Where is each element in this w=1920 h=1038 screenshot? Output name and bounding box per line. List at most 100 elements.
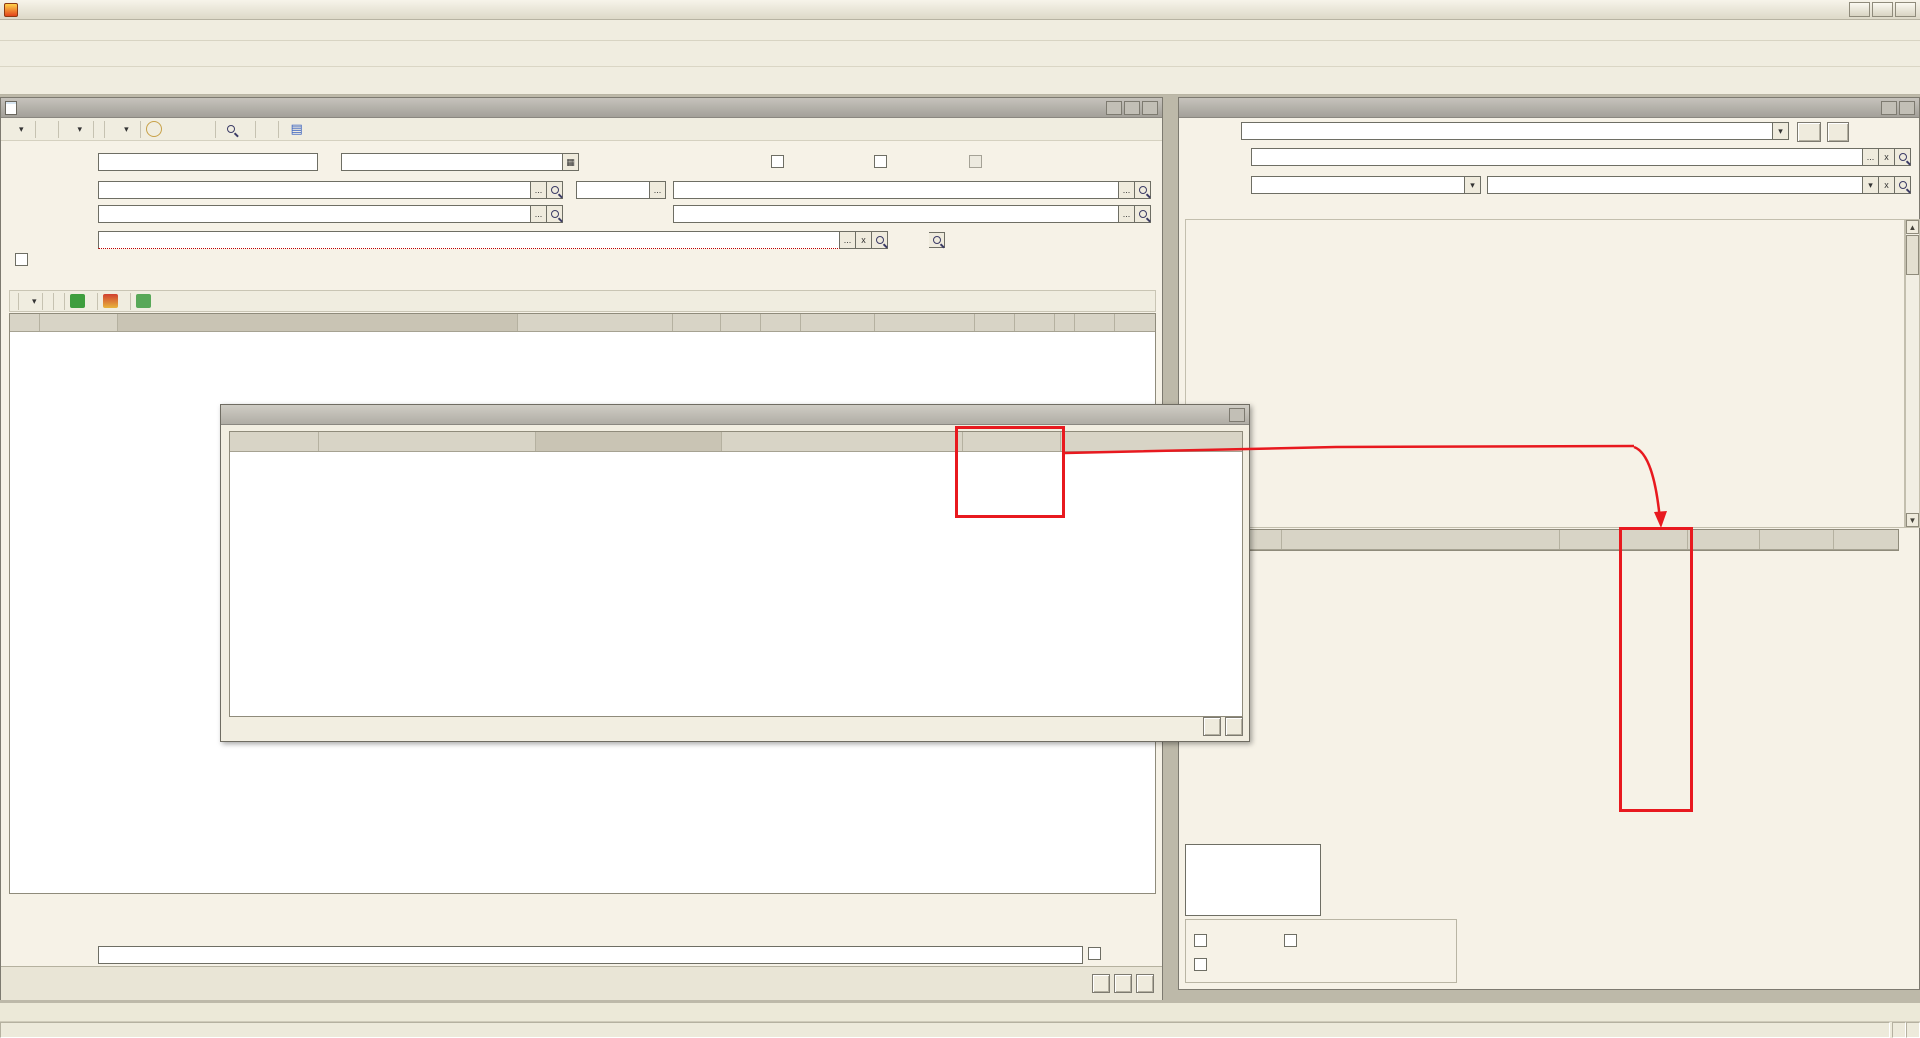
document-window-titlebar bbox=[1, 98, 1162, 118]
files-button[interactable] bbox=[221, 120, 250, 139]
ask-quantity-checkbox[interactable] bbox=[1194, 934, 1207, 947]
ask-options-groupbox bbox=[1185, 919, 1457, 983]
fill-and-post-button[interactable] bbox=[261, 120, 273, 139]
open-magnifier-button[interactable] bbox=[1135, 181, 1151, 199]
search-icon bbox=[876, 236, 884, 244]
document-icon: ▤ bbox=[290, 119, 304, 139]
fill-menu-button[interactable]: ▾ bbox=[24, 292, 37, 311]
goto-menu-button[interactable]: ▾ bbox=[110, 120, 135, 139]
organization-input[interactable] bbox=[98, 181, 531, 199]
help-icon[interactable] bbox=[146, 121, 162, 137]
select-table[interactable] bbox=[229, 431, 1243, 717]
nomenclature-group-input[interactable] bbox=[1251, 148, 1863, 166]
goods-grid-header bbox=[10, 314, 1155, 332]
ellipsis-button[interactable]: ... bbox=[650, 181, 666, 199]
search-icon bbox=[551, 186, 559, 194]
lock-editing-checkbox[interactable] bbox=[15, 253, 28, 266]
dialog-ok-button[interactable] bbox=[1203, 717, 1221, 736]
ellipsis-button[interactable]: ... bbox=[531, 181, 547, 199]
picker-close-button[interactable] bbox=[1899, 101, 1915, 115]
list-settings-icon[interactable] bbox=[164, 119, 186, 139]
app-titlebar bbox=[0, 0, 1920, 20]
ask-price-checkbox[interactable] bbox=[1284, 934, 1297, 947]
numlock-indicator bbox=[1906, 1022, 1920, 1038]
warehouse-value-input[interactable] bbox=[673, 181, 1119, 199]
customer-order-input[interactable] bbox=[98, 231, 840, 249]
issue-documents-button[interactable]: ▤ bbox=[284, 120, 314, 139]
open-magnifier-button[interactable] bbox=[872, 231, 888, 249]
clear-x-button[interactable]: x bbox=[1879, 176, 1895, 194]
chevron-down-icon: ▾ bbox=[78, 124, 83, 135]
doc-minimize-button[interactable] bbox=[1106, 101, 1122, 115]
image-preview-box bbox=[1185, 844, 1321, 916]
comment-input[interactable] bbox=[98, 946, 1083, 964]
ellipsis-button[interactable]: ... bbox=[1119, 205, 1135, 223]
dialog-close2-button[interactable] bbox=[1225, 717, 1243, 736]
ellipsis-button[interactable]: ... bbox=[1863, 148, 1879, 166]
app-minimize-button[interactable] bbox=[1849, 2, 1870, 17]
scroll-thumb[interactable] bbox=[1906, 235, 1919, 275]
nomenclature-items-table[interactable] bbox=[1185, 529, 1899, 551]
chevron-down-icon[interactable]: ▾ bbox=[1773, 122, 1789, 140]
prices-currency-button[interactable] bbox=[41, 120, 53, 139]
structure-icon[interactable] bbox=[188, 119, 210, 139]
scroll-up-icon[interactable]: ▲ bbox=[1906, 220, 1919, 234]
nomenclature-group-tree bbox=[1185, 219, 1905, 528]
doc-close-button[interactable] bbox=[1142, 101, 1158, 115]
ellipsis-button[interactable]: ... bbox=[840, 231, 856, 249]
actions-menu-button[interactable]: ▾ bbox=[64, 120, 89, 139]
pin-icon[interactable] bbox=[1881, 101, 1897, 115]
application-window: ▾ ▾ ▾ ▤ ▦ bbox=[0, 0, 1920, 1038]
status-bar bbox=[0, 1021, 1920, 1038]
search-icon bbox=[227, 125, 235, 133]
ok-button[interactable] bbox=[1092, 974, 1110, 993]
status-hint bbox=[0, 1022, 1890, 1038]
operation-menu-button[interactable]: ▾ bbox=[5, 120, 30, 139]
search-mode-combo[interactable] bbox=[1251, 176, 1465, 194]
app-close-button[interactable] bbox=[1895, 2, 1916, 17]
capslock-indicator bbox=[1892, 1022, 1906, 1038]
chevron-down-icon[interactable]: ▾ bbox=[1465, 176, 1481, 194]
ask-series-checkbox[interactable] bbox=[1194, 958, 1207, 971]
scroll-down-icon[interactable]: ▼ bbox=[1906, 513, 1919, 527]
set-contents-button[interactable] bbox=[103, 292, 125, 311]
book-accounting-checkbox[interactable] bbox=[874, 155, 887, 168]
shipped-checkbox[interactable] bbox=[1088, 947, 1101, 960]
open-magnifier-button[interactable] bbox=[1895, 176, 1911, 194]
open-magnifier-button[interactable] bbox=[1895, 148, 1911, 166]
close-button[interactable] bbox=[1136, 974, 1154, 993]
ellipsis-button[interactable]: ... bbox=[1119, 181, 1135, 199]
serial-numbers-button[interactable] bbox=[70, 292, 92, 311]
number-input[interactable] bbox=[98, 153, 318, 171]
contract-input[interactable] bbox=[673, 205, 1119, 223]
commands-toolbar bbox=[0, 67, 1920, 95]
pick-mode-combo[interactable] bbox=[1241, 122, 1773, 140]
search-value-input[interactable] bbox=[1487, 176, 1863, 194]
dialog-close-button[interactable] bbox=[1229, 408, 1245, 422]
app-maximize-button[interactable] bbox=[1872, 2, 1893, 17]
items-table-header bbox=[1186, 530, 1898, 550]
management-accounting-checkbox[interactable] bbox=[771, 155, 784, 168]
shipped-button[interactable] bbox=[136, 292, 158, 311]
doc-restore-button[interactable] bbox=[1124, 101, 1140, 115]
open-magnifier-button[interactable] bbox=[547, 181, 563, 199]
chevron-down-icon[interactable]: ▾ bbox=[1863, 176, 1879, 194]
calendar-picker-icon[interactable]: ▦ bbox=[563, 153, 579, 171]
clear-x-button[interactable]: x bbox=[856, 231, 872, 249]
set-contents-icon bbox=[103, 294, 118, 308]
picker-help-button[interactable] bbox=[1797, 122, 1821, 142]
ellipsis-button[interactable]: ... bbox=[531, 205, 547, 223]
open-magnifier-button[interactable] bbox=[547, 205, 563, 223]
clear-x-button[interactable]: x bbox=[1879, 148, 1895, 166]
tree-scrollbar[interactable]: ▲ ▼ bbox=[1905, 219, 1920, 528]
menu-bar bbox=[0, 20, 1920, 41]
standard-toolbar bbox=[0, 41, 1920, 67]
warehouse-combo[interactable] bbox=[576, 181, 650, 199]
open-magnifier-button[interactable] bbox=[1135, 205, 1151, 223]
save-button[interactable] bbox=[1114, 974, 1132, 993]
serial-numbers-icon bbox=[70, 294, 85, 308]
contractor-input[interactable] bbox=[98, 205, 531, 223]
refresh-button[interactable] bbox=[1827, 122, 1849, 142]
date-input[interactable] bbox=[341, 153, 563, 171]
open-magnifier-button[interactable] bbox=[929, 232, 945, 248]
